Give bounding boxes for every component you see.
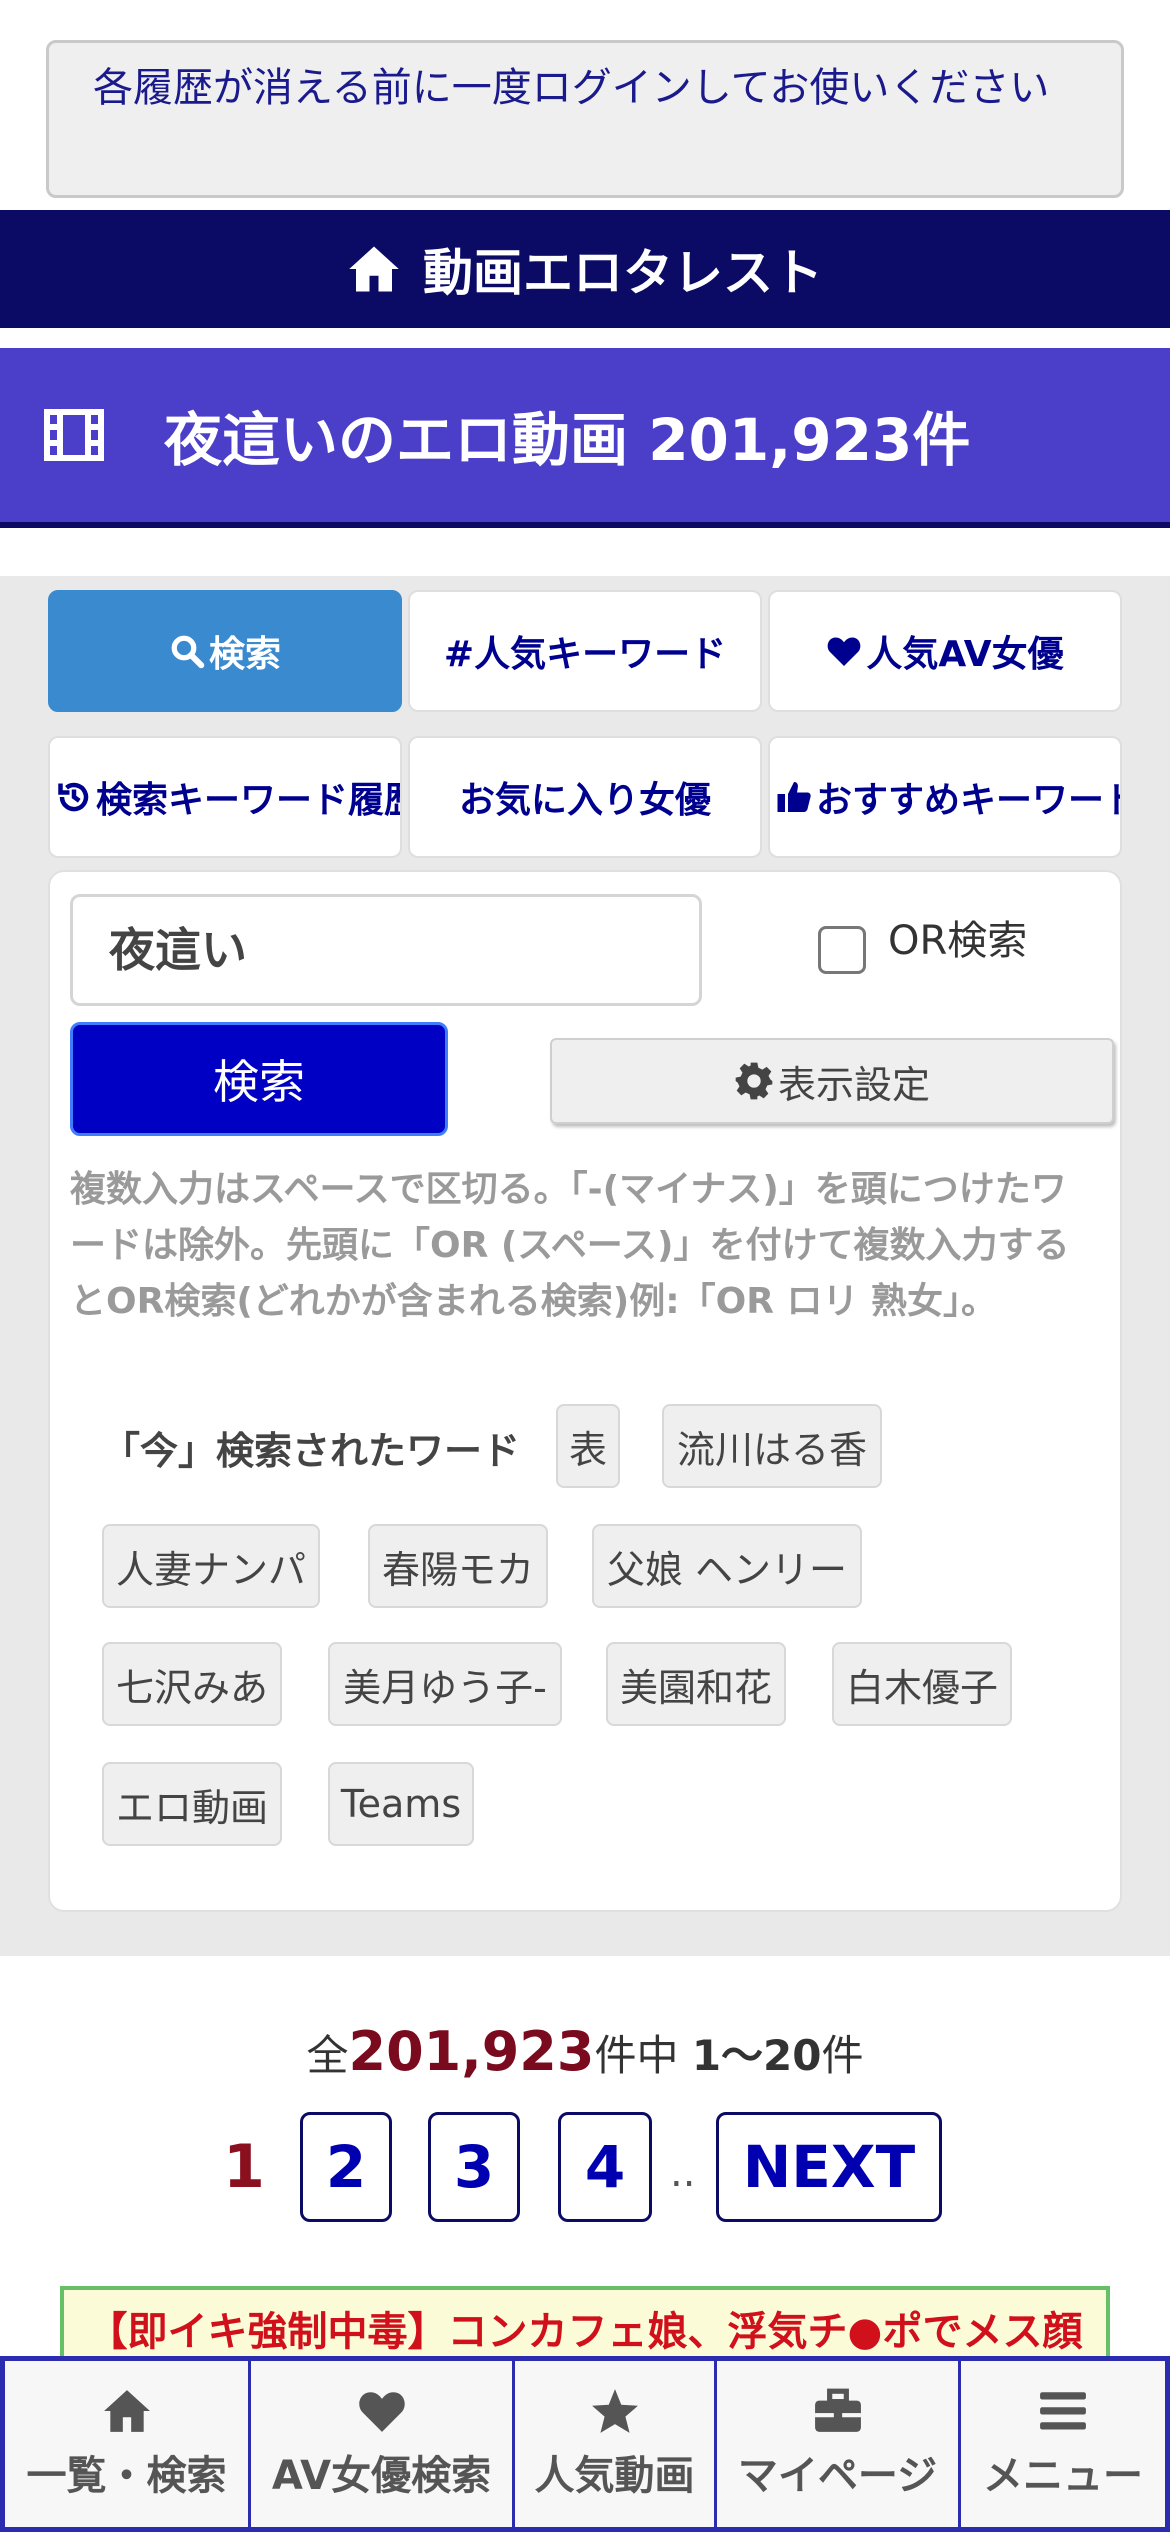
tab-search-history[interactable]: 検索キーワード履歴	[48, 736, 402, 858]
tab-popular-keywords[interactable]: #人気キーワード	[408, 590, 762, 712]
page-link[interactable]: 3	[428, 2112, 520, 2222]
page-ellipsis: ..	[670, 2150, 696, 2196]
tab-favorite-actresses[interactable]: お気に入り女優	[408, 736, 762, 858]
page-title: 夜這いのエロ動画 201,923件	[0, 348, 1170, 528]
site-header[interactable]: 動画エロタレスト	[0, 210, 1170, 328]
nav-popular-videos[interactable]: 人気動画	[515, 2361, 717, 2527]
trending-word[interactable]: 人妻ナンパ	[102, 1524, 320, 1608]
display-settings-button[interactable]: 表示設定	[550, 1038, 1114, 1124]
site-title: 動画エロタレスト	[423, 244, 823, 302]
heart-icon	[827, 637, 861, 666]
home-icon	[103, 2390, 150, 2432]
page-link[interactable]: 4	[558, 2112, 652, 2222]
or-search-label: OR検索	[888, 918, 1028, 964]
bottom-navigation: 一覧・検索 AV女優検索 人気動画 マイページ メニュー	[0, 2356, 1170, 2532]
trending-word[interactable]: 流川はる香	[662, 1404, 882, 1488]
result-range: 1〜20	[691, 2031, 822, 2080]
search-help-text: 複数入力はスペースで区切る。「-(マイナス)」を頭につけたワードは除外。先頭に「…	[70, 1169, 1070, 1322]
page-title-text: 夜這いのエロ動画 201,923件	[164, 406, 971, 474]
gear-icon	[735, 1062, 773, 1100]
search-button[interactable]: 検索	[70, 1022, 448, 1136]
promo-banner[interactable]: 【即イキ強制中毒】コンカフェ娘、浮気チ●ポでメス顔	[60, 2286, 1110, 2366]
trending-label: 「今」検索されたワード	[102, 1429, 521, 1473]
trending-word[interactable]: 白木優子	[832, 1642, 1012, 1726]
nav-my-page[interactable]: マイページ	[717, 2361, 961, 2527]
next-page-button[interactable]: NEXT	[716, 2112, 942, 2222]
result-total: 201,923	[348, 2020, 595, 2083]
tab-search[interactable]: 検索	[48, 590, 402, 712]
or-search-checkbox[interactable]	[818, 926, 866, 974]
star-icon	[591, 2389, 638, 2433]
tab-popular-actresses[interactable]: 人気AV女優	[768, 590, 1122, 712]
search-area: 検索 #人気キーワード 人気AV女優 検索キーワード履歴 お気に入り女優 おすす…	[0, 576, 1170, 1956]
trending-word[interactable]: 七沢みあ	[102, 1642, 282, 1726]
trending-word[interactable]: 父娘 ヘンリー	[592, 1524, 862, 1608]
nav-actress-search[interactable]: AV女優検索	[251, 2361, 515, 2527]
page-link[interactable]: 2	[300, 2112, 392, 2222]
search-input[interactable]: 夜這い	[70, 894, 702, 1006]
or-search-toggle[interactable]: OR検索	[818, 900, 1027, 974]
history-icon	[58, 782, 89, 812]
trending-word[interactable]: 表	[556, 1404, 620, 1488]
tab-recommended-keywords[interactable]: おすすめキーワード	[768, 736, 1122, 858]
heart-icon	[358, 2392, 405, 2432]
login-notice: 各履歴が消える前に一度ログインしてお使いください	[46, 40, 1124, 198]
thumbs-up-icon	[777, 782, 811, 812]
result-count: 全201,923件中 1〜20件	[306, 2020, 864, 2083]
search-panel: 夜這い OR検索 検索 表示設定 複数入力はスペースで区切る。「-(マイナス)」…	[48, 870, 1122, 1912]
trending-word[interactable]: Teams	[328, 1762, 474, 1846]
menu-icon	[1040, 2392, 1086, 2430]
nav-menu[interactable]: メニュー	[961, 2361, 1165, 2527]
briefcase-icon	[814, 2388, 861, 2432]
film-icon	[44, 409, 104, 461]
trending-word[interactable]: 春陽モカ	[368, 1524, 548, 1608]
trending-word[interactable]: 美月ゆう子-	[328, 1642, 562, 1726]
home-icon	[349, 246, 399, 292]
search-icon	[171, 635, 205, 669]
trending-word[interactable]: エロ動画	[102, 1762, 282, 1846]
page-current: 1	[223, 2132, 265, 2202]
nav-list-search[interactable]: 一覧・検索	[5, 2361, 251, 2527]
trending-word[interactable]: 美園和花	[606, 1642, 786, 1726]
